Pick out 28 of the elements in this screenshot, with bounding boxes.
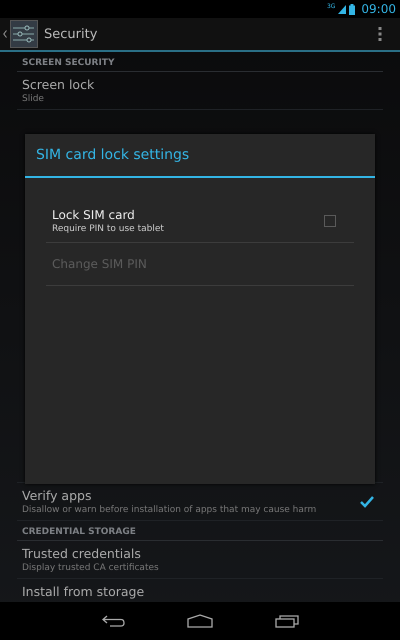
screen-title: Security bbox=[44, 26, 98, 42]
item-summary: Slide bbox=[22, 94, 45, 104]
checkbox[interactable] bbox=[324, 215, 336, 227]
dialog-item[interactable]: Lock SIM card Require PIN to use tablet bbox=[46, 200, 354, 243]
item-summary: Require PIN to use tablet bbox=[52, 224, 165, 234]
item-title: Install from storage bbox=[22, 584, 146, 599]
item-title: Lock SIM card bbox=[52, 208, 136, 222]
back-icon[interactable] bbox=[101, 615, 125, 627]
settings-item[interactable]: Trusted credentials Display trusted CA certificates bbox=[17, 541, 383, 579]
item-title: Screen lock bbox=[22, 77, 96, 92]
item-title: Verify apps bbox=[22, 488, 92, 503]
battery-icon bbox=[349, 4, 356, 14]
item-title: Trusted credentials bbox=[22, 546, 142, 561]
checkbox[interactable] bbox=[359, 494, 375, 508]
home-icon[interactable] bbox=[187, 614, 213, 628]
section-header: CREDENTIAL STORAGE bbox=[22, 527, 136, 537]
item-summary: Disallow or warn before installation of apps that may cause harm bbox=[22, 505, 318, 515]
clock: 09:00 bbox=[361, 2, 396, 16]
recent-apps-icon[interactable] bbox=[275, 614, 299, 628]
dialog-title: SIM card lock settings bbox=[36, 147, 190, 163]
signal-icon bbox=[338, 4, 346, 14]
item-summary: Display trusted CA certificates bbox=[22, 563, 160, 573]
settings-icon bbox=[10, 20, 38, 48]
section-header: SCREEN SECURITY bbox=[22, 58, 114, 68]
caret-icon bbox=[3, 30, 7, 38]
more-icon bbox=[378, 27, 382, 41]
settings-item[interactable]: Install from storage bbox=[17, 579, 383, 602]
settings-item[interactable]: Screen lock Slide bbox=[17, 72, 383, 110]
